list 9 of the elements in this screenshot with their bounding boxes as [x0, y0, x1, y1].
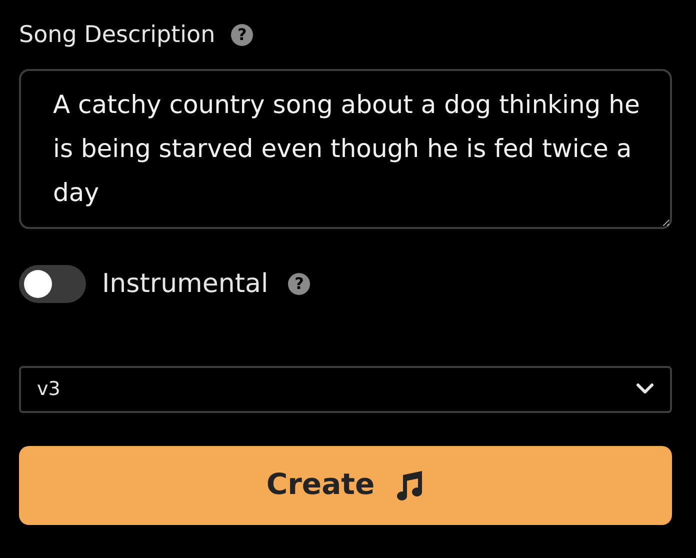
- help-icon[interactable]: ?: [231, 24, 254, 46]
- chevron-down-icon: [636, 383, 654, 395]
- help-icon[interactable]: ?: [288, 273, 310, 295]
- create-button[interactable]: Create: [19, 446, 672, 524]
- field-label: Song Description: [19, 21, 216, 50]
- toggle-switch[interactable]: [19, 265, 86, 303]
- description-field[interactable]: A catchy country song about a dog thinking he is being starved even though he is fed twice a day: [19, 68, 672, 228]
- model-select[interactable]: v3: [19, 366, 672, 412]
- toggle-label: Instrumental: [102, 268, 268, 300]
